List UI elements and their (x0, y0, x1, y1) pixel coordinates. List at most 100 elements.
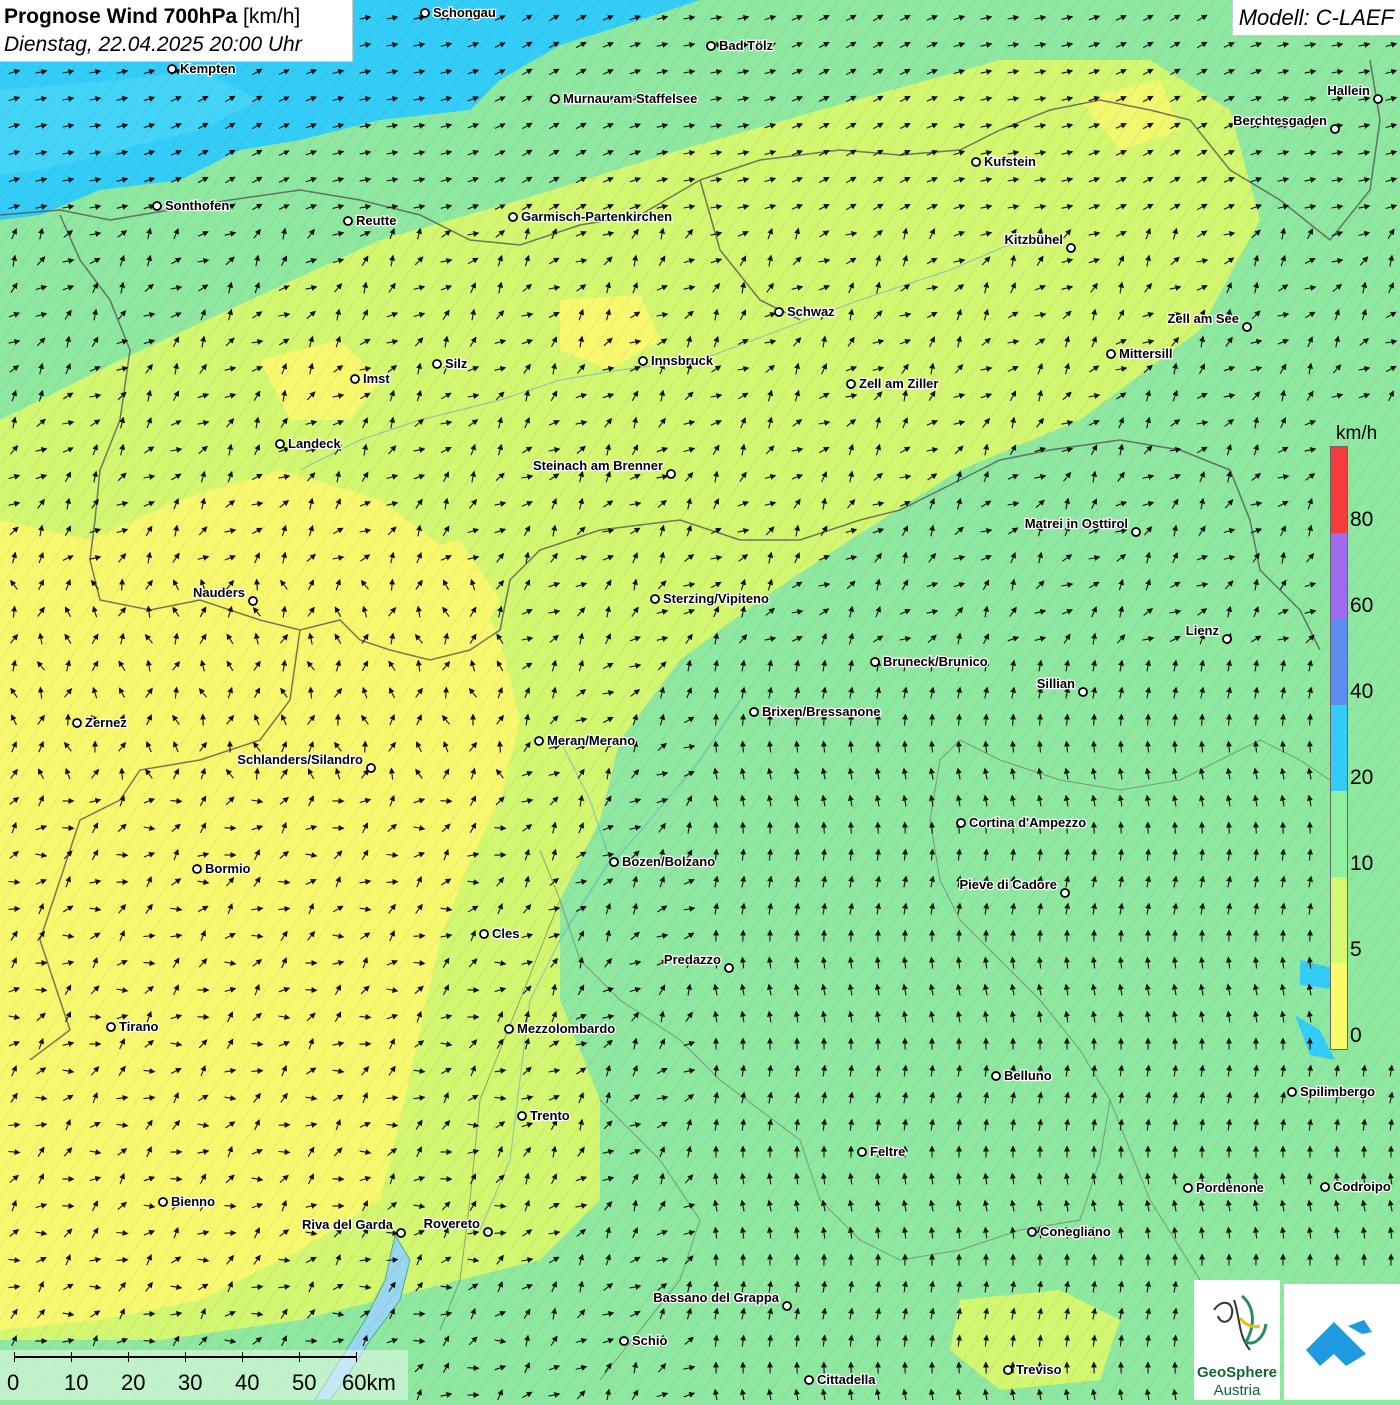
city-label: Schongau (433, 5, 496, 20)
legend-tick-label: 0 (1350, 1024, 1362, 1048)
city-dot (847, 380, 855, 388)
legend-tick-label: 40 (1350, 680, 1373, 704)
city-dot (805, 1376, 813, 1384)
legend-tick-label: 80 (1350, 508, 1373, 532)
scale-label: 10 (64, 1370, 88, 1396)
city-label: Bienno (171, 1194, 215, 1209)
city-label: Tirano (119, 1019, 159, 1034)
city-dot (775, 308, 783, 316)
city-dot (505, 1025, 513, 1033)
wind-arrow (468, 1368, 479, 1369)
city-label: Sonthofen (165, 198, 229, 213)
city-label: Berchtesgaden (1233, 113, 1327, 128)
city-label: Rovereto (424, 1216, 480, 1231)
wind-arrow (743, 823, 744, 834)
mountain-logo-icon (1284, 1284, 1400, 1400)
city-label: Sillian (1037, 676, 1075, 691)
city-label: Kempten (180, 61, 236, 76)
city-label: Riva del Garda (302, 1217, 394, 1232)
city-label: Landeck (288, 436, 342, 451)
city-label: Hallein (1327, 83, 1370, 98)
city-dot (667, 470, 675, 478)
legend-swatch (1331, 447, 1347, 533)
wind-arrow (1202, 823, 1203, 834)
legend-swatch (1331, 963, 1347, 1049)
wind-arrow (1094, 823, 1095, 834)
city-dot (433, 360, 441, 368)
city-dot (1132, 528, 1140, 536)
city-dot (193, 865, 201, 873)
city-dot (750, 708, 758, 716)
wind-arrow (365, 742, 366, 753)
city-label: Mittersill (1119, 346, 1172, 361)
city-label: Meran/Merano (547, 733, 635, 748)
wind-arrow (1310, 823, 1311, 834)
city-label: Sterzing/Vipiteno (663, 591, 769, 606)
geosphere-country: Austria (1194, 1382, 1280, 1399)
scale-tick (242, 1352, 243, 1362)
city-label: Feltre (870, 1144, 905, 1159)
scale-label: 40 (235, 1370, 259, 1396)
city-dot (480, 930, 488, 938)
city-dot (1107, 350, 1115, 358)
city-label: Zell am Ziller (859, 376, 938, 391)
city-label: Trento (530, 1108, 570, 1123)
city-dot (397, 1229, 405, 1237)
city-dot (620, 1337, 628, 1345)
city-dot (871, 658, 879, 666)
scale-tick (14, 1352, 15, 1362)
city-dot (159, 1198, 167, 1206)
city-label: Silz (445, 356, 468, 371)
city-label: Murnau am Staffelsee (563, 91, 697, 106)
city-label: Mezzolombardo (517, 1021, 615, 1036)
wind-arrow (1229, 823, 1230, 834)
city-label: Bormio (205, 861, 251, 876)
legend-swatch (1331, 533, 1347, 619)
wind-arrow (716, 823, 717, 834)
city-dot (1061, 889, 1069, 897)
city-label: Schlanders/Silandro (237, 752, 363, 767)
city-dot (551, 95, 559, 103)
city-dot (344, 217, 352, 225)
scale-label: 20 (121, 1370, 145, 1396)
scale-tick (299, 1352, 300, 1362)
mountain-app-logo (1284, 1284, 1400, 1400)
scale-label: 60km (342, 1370, 396, 1396)
city-dot (518, 1112, 526, 1120)
city-label: Bad Tölz (719, 38, 774, 53)
scale-tick (71, 1352, 72, 1362)
wind-map: Schongau Bad Tölz Kempten Murnau am Staffel… (0, 0, 1400, 1400)
map-title: Prognose Wind 700hPa (4, 5, 237, 28)
wind-arrow (68, 715, 69, 726)
wind-arrow (1175, 823, 1176, 834)
color-legend: km/h 051020406080 (1326, 420, 1386, 1054)
geosphere-logo: GeoSphere Austria (1194, 1280, 1280, 1400)
wind-arrow (1148, 823, 1149, 834)
city-label: Predazzo (664, 952, 721, 967)
city-dot (1243, 323, 1251, 331)
wind-arrow (122, 580, 123, 591)
wind-arrow (279, 1125, 290, 1126)
city-dot (783, 1302, 791, 1310)
geosphere-name: GeoSphere (1194, 1364, 1280, 1381)
city-label: Conegliano (1040, 1224, 1111, 1239)
legend-swatch (1331, 619, 1347, 705)
city-dot (249, 597, 257, 605)
city-dot (535, 737, 543, 745)
legend-swatch (1331, 877, 1347, 963)
scale-label: 0 (7, 1370, 19, 1396)
city-dot (509, 213, 517, 221)
scale-tick (128, 1352, 129, 1362)
city-label: Schio (632, 1333, 667, 1348)
city-label: Codroipo (1333, 1179, 1391, 1194)
wind-arrow (144, 1314, 155, 1315)
city-label: Belluno (1004, 1068, 1052, 1083)
wind-arrow (441, 801, 452, 802)
city-dot (421, 9, 429, 17)
legend-tick-label: 5 (1350, 938, 1362, 962)
legend-tick-label: 10 (1350, 852, 1373, 876)
wind-arrow (171, 1179, 182, 1180)
city-label: Bassano del Grappa (653, 1290, 779, 1305)
city-dot (651, 595, 659, 603)
geosphere-swirl-icon (1194, 1280, 1280, 1364)
